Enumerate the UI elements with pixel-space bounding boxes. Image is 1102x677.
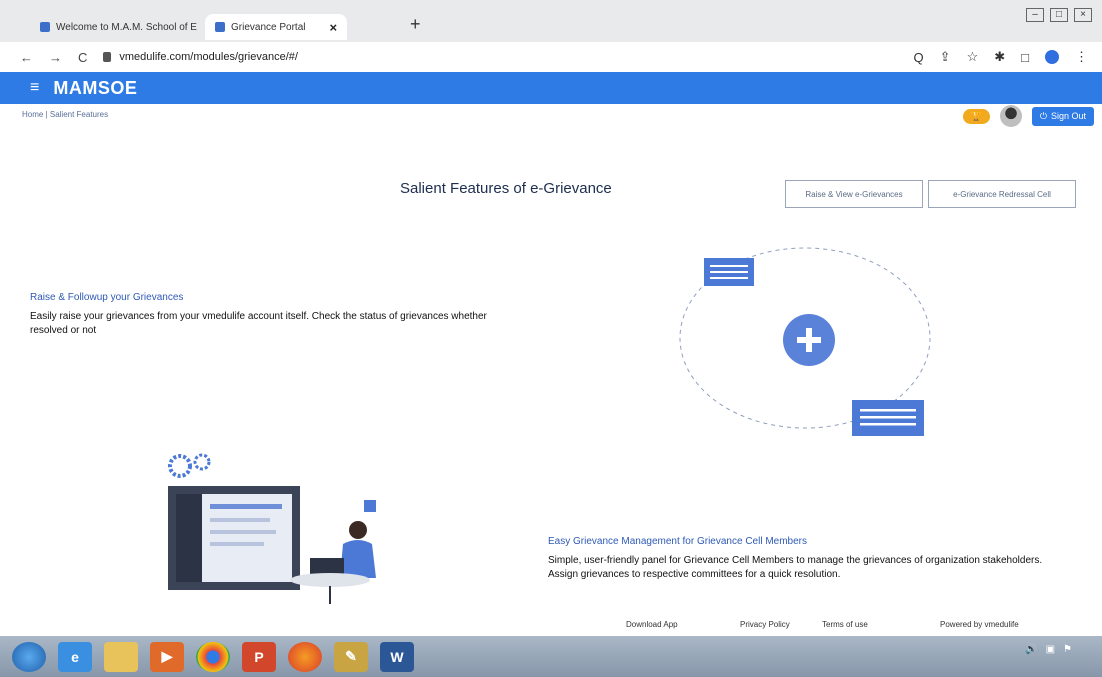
tray-flag-icon[interactable]: ⚑ — [1063, 644, 1072, 655]
hamburger-menu-icon[interactable]: ≡ — [30, 79, 39, 97]
document-icon-bottom — [852, 400, 924, 436]
document-icon-top — [704, 258, 754, 286]
download-app-link[interactable]: Download App — [626, 620, 678, 629]
feature-text-management: Simple, user-friendly panel for Grievanc… — [548, 555, 1043, 580]
reload-icon[interactable]: C — [78, 50, 87, 65]
feature-text-raise: Easily raise your grievances from your v… — [30, 311, 487, 336]
person-body — [340, 540, 376, 578]
feature-heading-management: Easy Grievance Management for Grievance … — [548, 536, 807, 547]
gear-icon — [168, 453, 211, 478]
tray-network-icon[interactable]: ▣ — [1046, 644, 1055, 655]
avatar[interactable] — [999, 105, 1022, 127]
share-icon[interactable]: ⇪ — [940, 49, 951, 65]
browser-toolbar-icons: Q ⇪ ☆ ✱ □ ⋮ — [914, 49, 1088, 65]
tab-favicon-icon — [215, 22, 225, 32]
sign-out-label: Sign Out — [1050, 111, 1086, 121]
back-icon[interactable]: ← — [20, 50, 33, 65]
user-area: 🏆 ⏻ Sign Out — [962, 104, 1094, 128]
grievance-management-illustration — [168, 453, 376, 604]
tab-favicon-icon — [40, 22, 50, 32]
trophy-icon: 🏆 — [970, 110, 982, 121]
minimize-icon[interactable]: – — [1026, 8, 1044, 22]
privacy-policy-link[interactable]: Privacy Policy — [740, 620, 790, 629]
desk — [290, 573, 370, 587]
url-text: vmedulife.com/modules/grievance/#/ — [119, 51, 298, 63]
sign-out-button[interactable]: ⏻ Sign Out — [1031, 106, 1094, 126]
screen: Welcome to M.A.M. School of E × Grievanc… — [0, 0, 1102, 677]
maximize-icon[interactable]: □ — [1050, 8, 1068, 22]
breadcrumb[interactable]: Home | Salient Features — [22, 110, 108, 119]
system-tray: 🔊 ▣ ⚑ — [1025, 644, 1072, 655]
close-window-icon[interactable]: × — [1074, 8, 1092, 22]
chrome-icon[interactable] — [196, 641, 230, 672]
tray-volume-icon[interactable]: 🔊 — [1025, 644, 1037, 655]
extensions-icon[interactable]: ✱ — [994, 49, 1005, 65]
url-field[interactable]: vmedulife.com/modules/grievance/#/ — [103, 51, 298, 63]
terms-of-use-link[interactable]: Terms of use — [822, 620, 868, 629]
paint-icon[interactable]: ✎ — [334, 641, 368, 672]
check-badge-icon — [364, 500, 376, 512]
internet-explorer-icon[interactable]: e — [58, 641, 92, 672]
file-explorer-icon[interactable] — [104, 641, 138, 672]
media-player-icon[interactable]: ▶ — [150, 641, 184, 672]
windows-taskbar: e ▶ P ✎ W 🔊 ▣ ⚑ — [0, 636, 1102, 677]
powerpoint-icon[interactable]: P — [242, 641, 276, 672]
window-controls: – □ × — [1026, 8, 1092, 22]
app-header: ≡ MAMSOE — [0, 72, 1102, 104]
start-button-icon[interactable] — [12, 641, 46, 672]
search-icon[interactable]: Q — [914, 50, 924, 65]
footer: Download App Privacy Policy Terms of use… — [0, 606, 1102, 636]
sub-header: Home | Salient Features 🏆 ⏻ Sign Out — [0, 104, 1102, 128]
browser-menu-icon[interactable]: ⋮ — [1075, 49, 1088, 65]
word-icon[interactable]: W — [380, 641, 414, 672]
feature-heading-raise: Raise & Followup your Grievances — [30, 292, 184, 303]
new-tab-button[interactable]: + — [410, 14, 421, 35]
powered-by-link[interactable]: Powered by vmedulife — [940, 620, 1019, 629]
browser-tab-bar: Welcome to M.A.M. School of E × Grievanc… — [0, 0, 1102, 42]
forward-icon[interactable]: → — [49, 50, 62, 65]
trophy-badge[interactable]: 🏆 — [962, 108, 990, 124]
address-bar: ← → C vmedulife.com/modules/grievance/#/… — [0, 42, 1102, 72]
tab-close-icon[interactable]: × — [329, 20, 337, 35]
grievance-cycle-illustration — [679, 247, 931, 436]
page-title: Salient Features of e-Grievance — [400, 180, 612, 197]
profile-icon[interactable] — [1045, 50, 1059, 64]
star-icon[interactable]: ☆ — [967, 49, 979, 65]
power-icon: ⏻ — [1039, 110, 1047, 121]
person-head — [349, 521, 367, 539]
tab-label: Grievance Portal — [231, 21, 306, 33]
lock-icon — [103, 52, 112, 62]
grievance-redressal-cell-button[interactable]: e-Grievance Redressal Cell — [928, 180, 1076, 208]
main-content: Salient Features of e-Grievance Raise & … — [0, 128, 1102, 606]
sidebar-icon[interactable]: □ — [1021, 50, 1029, 65]
raise-view-grievances-button[interactable]: Raise & View e-Grievances — [785, 180, 923, 208]
browser-tab-grievance[interactable]: Grievance Portal × — [205, 14, 348, 40]
brand-logo[interactable]: MAMSOE — [53, 78, 137, 99]
tab-label: Welcome to M.A.M. School of E — [56, 21, 197, 33]
firefox-icon[interactable] — [288, 641, 322, 672]
